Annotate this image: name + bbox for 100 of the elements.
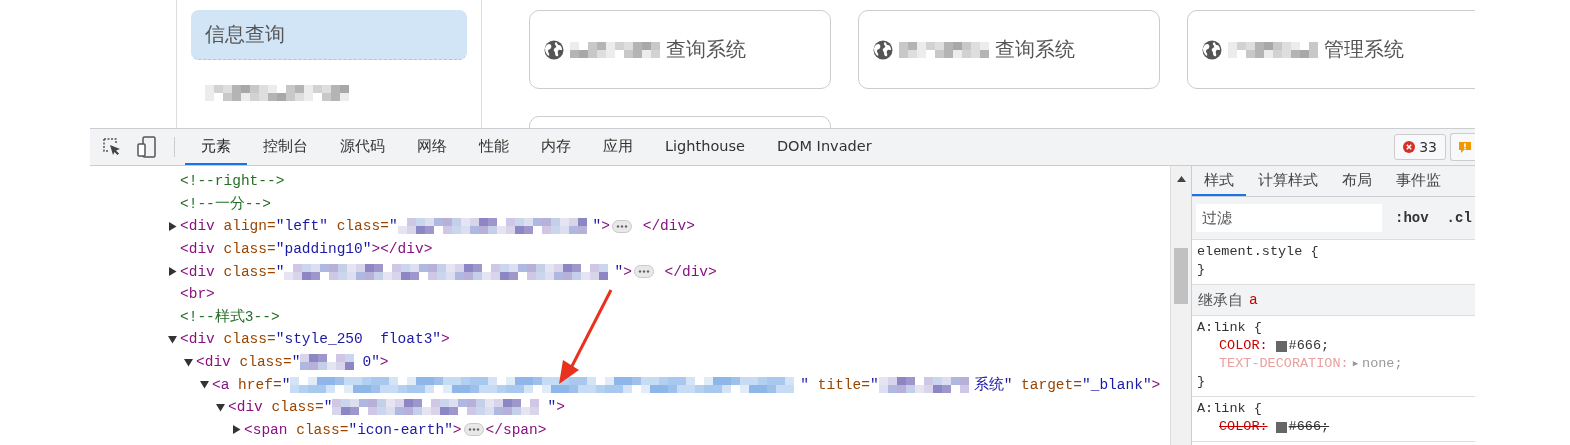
- attribute-name: class=: [335, 218, 389, 235]
- ellipsis-icon[interactable]: [463, 423, 484, 437]
- html-comment: <!--一分-->: [180, 195, 271, 214]
- attribute-name: class=: [238, 354, 292, 371]
- attribute-value: ": [869, 376, 879, 393]
- system-card[interactable]: 查询系统: [529, 10, 831, 89]
- attribute-value: ": [281, 376, 291, 393]
- error-count-badge[interactable]: 33: [1394, 134, 1446, 160]
- expand-toggle-icon[interactable]: [200, 380, 209, 390]
- inherited-tag[interactable]: a: [1249, 292, 1258, 308]
- html-tag: >: [379, 354, 389, 371]
- html-tag: >: [441, 331, 450, 348]
- warning-icon: [1459, 141, 1471, 153]
- error-icon: [1403, 141, 1416, 153]
- scroll-up-icon[interactable]: [1176, 176, 1186, 182]
- color-swatch[interactable]: [1275, 340, 1287, 352]
- attribute-value: ": [614, 263, 624, 280]
- attribute-name: class=: [295, 421, 349, 438]
- ellipsis-icon[interactable]: [612, 220, 632, 233]
- html-tag: <div: [180, 331, 215, 348]
- attribute-value: ": [547, 399, 557, 416]
- attribute-value: "padding10": [275, 241, 372, 258]
- color-swatch[interactable]: [1275, 421, 1287, 433]
- html-tag: ></div>: [371, 241, 433, 258]
- attribute-name: class=: [270, 399, 324, 416]
- attribute-name: class=: [222, 331, 276, 348]
- devtools-tab[interactable]: 网络: [401, 129, 463, 165]
- html-comment: <!--样式3-->: [180, 307, 280, 327]
- system-card[interactable]: 管理系统: [1187, 10, 1475, 89]
- attribute-name: class=: [222, 263, 276, 280]
- attribute-value: ": [323, 399, 333, 416]
- expand-toggle-icon[interactable]: [216, 402, 225, 412]
- system-card[interactable]: 查询系统: [858, 10, 1160, 89]
- attribute-value: ": [592, 218, 602, 235]
- devtools-tab[interactable]: 源代码: [324, 129, 401, 165]
- attribute-name: href=: [237, 376, 282, 393]
- pseudo-state-button[interactable]: :hov: [1390, 210, 1434, 226]
- devtools-tab[interactable]: 控制台: [247, 129, 324, 165]
- filter-field[interactable]: 过滤: [1196, 204, 1382, 232]
- styles-tab[interactable]: 事件监: [1384, 166, 1453, 196]
- attribute-value: "left": [275, 218, 328, 235]
- attribute-name: title=: [816, 376, 870, 393]
- styles-tab[interactable]: 布局: [1330, 166, 1384, 196]
- html-comment: <!--right-->: [180, 173, 285, 190]
- devtools-tab[interactable]: 元素: [185, 129, 247, 165]
- html-tag: <br>: [180, 286, 215, 303]
- css-property: TEXT-DECORATION:: [1219, 355, 1349, 373]
- expand-toggle-icon[interactable]: [232, 425, 241, 435]
- inspect-icon[interactable]: [102, 137, 122, 157]
- globe-icon: [544, 39, 564, 60]
- html-tag: <span: [244, 421, 288, 438]
- expand-toggle-icon[interactable]: [168, 334, 177, 344]
- attribute-value: "style_250 float3": [275, 331, 442, 348]
- pseudo-state-button[interactable]: .cl: [1441, 210, 1475, 226]
- css-value: #666;: [1288, 337, 1330, 355]
- closing-brace: }: [1197, 373, 1207, 391]
- html-tag: >: [452, 421, 462, 438]
- css-selector: element.style {: [1197, 243, 1320, 261]
- html-tag: </div>: [634, 218, 695, 235]
- html-tag: >: [556, 399, 565, 416]
- html-tag: <div: [196, 354, 231, 371]
- globe-icon: [873, 39, 893, 60]
- html-tag: </div>: [655, 263, 717, 280]
- attribute-value: ": [291, 354, 301, 371]
- html-tag: >: [1151, 376, 1161, 393]
- devtools-tab[interactable]: 性能: [463, 129, 525, 165]
- attribute-name: align=: [222, 218, 276, 235]
- html-tag: <div: [228, 399, 263, 416]
- css-property: COLOR:: [1219, 337, 1268, 355]
- attribute-name: class=: [222, 241, 276, 258]
- attribute-value: "_blank": [1082, 376, 1152, 393]
- expand-toggle-icon[interactable]: [168, 267, 177, 277]
- expand-toggle-icon[interactable]: [184, 357, 193, 367]
- html-tag: >: [601, 218, 610, 235]
- css-selector: A:link {: [1197, 400, 1263, 418]
- html-tag: <div: [180, 218, 215, 235]
- devtools-tab[interactable]: 内存: [525, 129, 587, 165]
- inherited-label: 继承自: [1198, 290, 1243, 310]
- css-property: COLOR:: [1219, 418, 1268, 436]
- css-selector: A:link {: [1197, 319, 1263, 337]
- attribute-value: 系统": [973, 375, 1013, 395]
- closing-brace: }: [1197, 261, 1207, 279]
- device-toggle-icon[interactable]: [137, 136, 157, 158]
- html-tag: </span>: [485, 421, 547, 438]
- expand-toggle-icon[interactable]: [168, 222, 177, 231]
- scrollbar[interactable]: [1170, 166, 1191, 445]
- html-tag: <div: [180, 241, 215, 258]
- css-value: none;: [1362, 355, 1403, 373]
- sidebar-item[interactable]: 信息查询: [191, 10, 467, 61]
- devtools-tab[interactable]: 应用: [587, 129, 649, 165]
- styles-tab[interactable]: 计算样式: [1246, 166, 1330, 196]
- ellipsis-icon[interactable]: [633, 265, 654, 279]
- attribute-value: ": [388, 218, 398, 235]
- html-tag: <a: [212, 376, 230, 393]
- css-value: #666;: [1288, 418, 1330, 436]
- scroll-thumb[interactable]: [1174, 248, 1188, 304]
- devtools-tab[interactable]: DOM Invader: [760, 129, 888, 165]
- attribute-name: target=: [1020, 376, 1082, 393]
- devtools-tab[interactable]: Lighthouse: [649, 129, 761, 165]
- html-tag: <div: [180, 263, 215, 280]
